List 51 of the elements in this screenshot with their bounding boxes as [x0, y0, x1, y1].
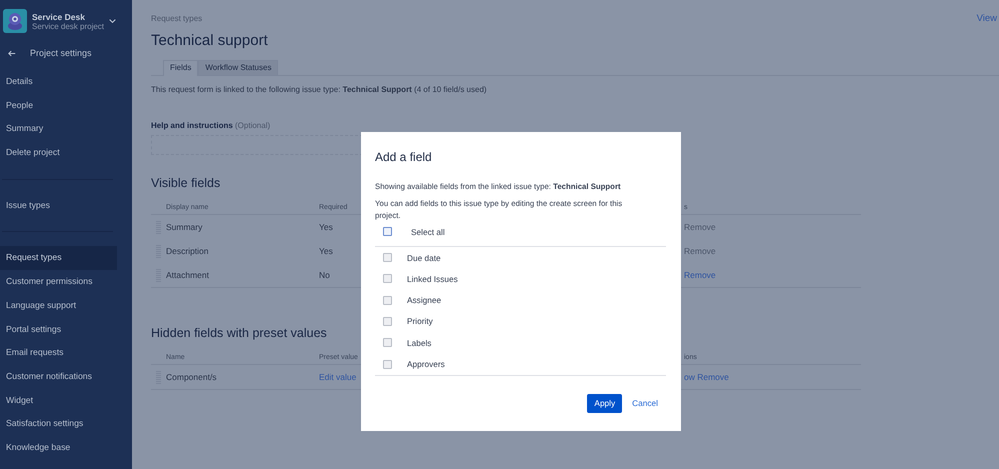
field-checkbox[interactable]	[383, 316, 392, 326]
field-label[interactable]: Assignee	[407, 295, 442, 306]
select-all-label[interactable]: Select all	[411, 226, 445, 237]
project-type: Service desk project	[32, 22, 104, 30]
table-cell: No	[319, 270, 330, 280]
sidebar-item[interactable]: Details	[0, 70, 117, 94]
table-cell: Attachment	[166, 270, 209, 280]
field-label[interactable]: Linked Issues	[407, 274, 458, 284]
cancel-button[interactable]: Cancel	[630, 394, 660, 413]
field-checkbox[interactable]	[383, 253, 392, 262]
field-checkbox[interactable]	[383, 338, 392, 348]
page-title: Technical support	[151, 32, 269, 49]
dialog-title: Add a field	[375, 150, 433, 164]
field-label[interactable]: Due date	[407, 252, 441, 263]
sidebar-item[interactable]: Portal settings	[0, 318, 117, 342]
project-name: Service Desk	[32, 12, 86, 22]
field-checkbox[interactable]	[383, 360, 392, 369]
sidebar-item[interactable]: Knowledge base	[0, 436, 117, 460]
sidebar-item[interactable]: Request types	[0, 246, 117, 270]
robot-logo-icon	[3, 9, 27, 33]
table-cell: Description	[166, 246, 209, 256]
select-all-checkbox[interactable]	[383, 227, 392, 236]
linked-issue-text: This request form is linked to the following issue type: Technical Support (4 of 10 field/s used)	[151, 85, 488, 94]
field-label[interactable]: Labels	[407, 338, 432, 348]
sidebar-item[interactable]: People	[0, 94, 117, 118]
table-cell: Yes	[319, 222, 333, 232]
sidebar-item[interactable]: Customer notifications	[0, 364, 117, 389]
table-cell: Component/s	[166, 372, 217, 382]
tab[interactable]: Fields	[163, 60, 198, 76]
sidebar-item[interactable]: Widget	[0, 388, 117, 412]
field-label[interactable]: Approvers	[407, 359, 445, 370]
table-cell: Yes	[319, 246, 333, 256]
sidebar-item[interactable]: Email requests	[0, 341, 117, 365]
sidebar-item[interactable]: Issue types	[0, 194, 117, 218]
sidebar-item[interactable]: Summary	[0, 117, 117, 142]
apply-button[interactable]: Apply	[587, 394, 622, 413]
section-heading: Hidden fields with preset values	[151, 326, 327, 340]
field-label[interactable]: Priority	[407, 316, 433, 326]
field-checkbox[interactable]	[383, 274, 392, 284]
table-cell: Summary	[166, 222, 202, 232]
sidebar-item[interactable]: Satisfaction settings	[0, 412, 117, 436]
sidebar-item[interactable]: Language support	[0, 294, 117, 318]
chevron-down-icon[interactable]	[109, 18, 116, 24]
field-checkbox[interactable]	[383, 296, 392, 305]
back-arrow-icon[interactable]	[8, 50, 16, 56]
tab[interactable]: Workflow Statuses	[198, 60, 278, 75]
sidebar-item[interactable]: Delete project	[0, 141, 117, 165]
sidebar-item[interactable]: Customer permissions	[0, 270, 117, 294]
section-heading: Visible fields	[151, 176, 220, 190]
project-settings-link[interactable]: Project settings	[30, 48, 92, 58]
help-label: Help and instructions (Optional)	[151, 121, 272, 130]
